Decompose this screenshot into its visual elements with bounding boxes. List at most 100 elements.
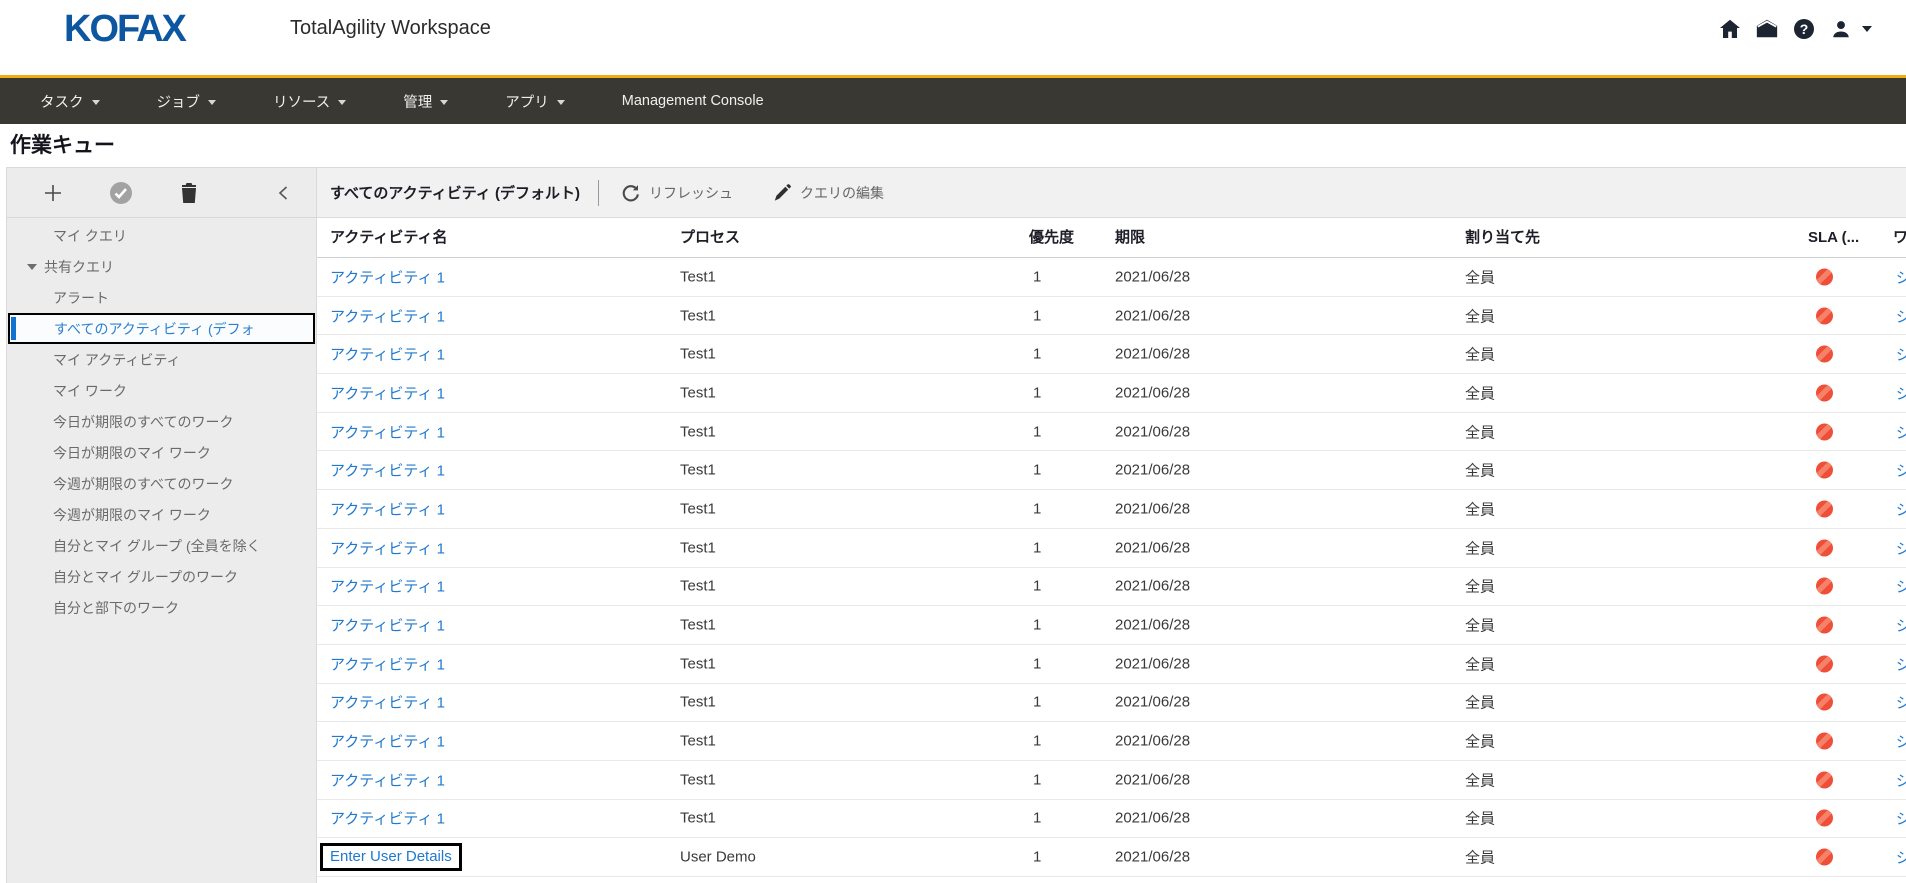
query-sidebar: マイ クエリ 共有クエリ アラート すべてのアクティビティ (デフォ マイ アク…	[6, 167, 317, 883]
activity-link[interactable]: アクティビティ 1	[330, 692, 445, 713]
sidebar-query-item[interactable]: 今日が期限のすべてのワーク	[7, 406, 316, 437]
row-action-link-truncated[interactable]: ジ	[1896, 382, 1906, 403]
sidebar-query-item[interactable]: 共有クエリ	[7, 251, 316, 282]
column-header-activity[interactable]: アクティビティ名	[330, 218, 447, 258]
nav-item[interactable]: アプリ	[505, 91, 565, 112]
row-action-link-truncated[interactable]: ジ	[1896, 305, 1906, 326]
due-date-cell: 2021/06/28	[1115, 307, 1190, 324]
activity-link[interactable]: アクティビティ 1	[330, 769, 445, 790]
row-action-link-truncated[interactable]: ジ	[1896, 692, 1906, 713]
activity-link[interactable]: アクティビティ 1	[330, 537, 445, 558]
column-header-assignee[interactable]: 割り当て先	[1465, 218, 1540, 258]
sidebar-query-item[interactable]: マイ クエリ	[7, 220, 316, 251]
nav-item-label: ジョブ	[157, 91, 201, 112]
activity-link[interactable]: アクティビティ 1	[330, 382, 445, 403]
chevron-down-icon[interactable]	[1862, 26, 1872, 32]
sidebar-query-item[interactable]: マイ アクティビティ	[7, 344, 316, 375]
sidebar-query-item[interactable]: 今日が期限のマイ ワーク	[7, 437, 316, 468]
row-action-link-truncated[interactable]: ジ	[1896, 731, 1906, 752]
due-date-cell: 2021/06/28	[1115, 655, 1190, 672]
sidebar-query-item[interactable]: 今週が期限のすべてのワーク	[7, 468, 316, 499]
nav-item[interactable]: Management Console	[622, 93, 764, 109]
assignee-cell: 全員	[1465, 731, 1495, 752]
sidebar-query-item[interactable]: すべてのアクティビティ (デフォ	[8, 313, 315, 344]
column-header-sla[interactable]: SLA (...	[1808, 218, 1859, 258]
sla-status-dot	[1816, 423, 1833, 440]
row-action-link-truncated[interactable]: ジ	[1896, 769, 1906, 790]
row-action-link-truncated[interactable]: ジ	[1896, 498, 1906, 519]
row-action-link-truncated[interactable]: ジ	[1896, 460, 1906, 481]
main-navbar: タスク ジョブ リソース 管理 アプリ Management Console	[0, 75, 1906, 124]
nav-item[interactable]: タスク	[40, 91, 100, 112]
collapse-chevron-icon[interactable]	[270, 180, 296, 206]
column-header-truncated[interactable]: ワ	[1893, 218, 1906, 258]
assignee-cell: 全員	[1465, 537, 1495, 558]
sidebar-query-item[interactable]: 自分と部下のワーク	[7, 592, 316, 623]
sidebar-query-item[interactable]: アラート	[7, 282, 316, 313]
column-header-priority[interactable]: 優先度	[1029, 218, 1074, 258]
current-query-title: すべてのアクティビティ (デフォルト)	[330, 182, 580, 203]
row-action-link-truncated[interactable]: ジ	[1896, 576, 1906, 597]
priority-cell: 1	[1033, 578, 1041, 595]
row-action-link-truncated[interactable]: ジ	[1896, 653, 1906, 674]
activity-link[interactable]: アクティビティ 1	[330, 344, 445, 365]
assignee-cell: 全員	[1465, 266, 1495, 287]
table-row: アクティビティ 1 Test1 1 2021/06/28 全員 ジ	[317, 413, 1906, 452]
assignee-cell: 全員	[1465, 808, 1495, 829]
sla-status-dot	[1816, 617, 1833, 634]
activity-link[interactable]: アクティビティ 1	[330, 731, 445, 752]
refresh-icon	[621, 183, 640, 202]
process-cell: Test1	[680, 617, 716, 634]
column-header-process[interactable]: プロセス	[680, 218, 740, 258]
column-header-due[interactable]: 期限	[1115, 218, 1145, 258]
row-action-link-truncated[interactable]: ジ	[1896, 266, 1906, 287]
help-icon[interactable]: ?	[1792, 17, 1816, 41]
nav-item-label: リソース	[273, 91, 330, 112]
sidebar-query-item[interactable]: マイ ワーク	[7, 375, 316, 406]
query-tree: マイ クエリ 共有クエリ アラート すべてのアクティビティ (デフォ マイ アク…	[7, 218, 316, 623]
expander-triangle-icon[interactable]	[27, 264, 37, 270]
table-row: アクティビティ 1 Test1 1 2021/06/28 全員 ジ	[317, 297, 1906, 336]
edit-query-button[interactable]: クエリの編集	[773, 183, 884, 203]
activity-link[interactable]: アクティビティ 1	[330, 615, 445, 636]
table-row: アクティビティ 1 Test1 1 2021/06/28 全員 ジ	[317, 490, 1906, 529]
due-date-cell: 2021/06/28	[1115, 346, 1190, 363]
check-circle-icon[interactable]	[108, 180, 134, 206]
activity-link[interactable]: アクティビティ 1	[330, 266, 445, 287]
chevron-down-icon	[440, 100, 448, 105]
table-row: アクティビティ 1 Test1 1 2021/06/28 全員 ジ	[317, 335, 1906, 374]
activity-link[interactable]: アクティビティ 1	[330, 421, 445, 442]
table-row: アクティビティ 1 Test1 1 2021/06/28 全員 ジ	[317, 374, 1906, 413]
nav-item[interactable]: 管理	[403, 91, 448, 112]
sidebar-query-label: 自分とマイ グループ (全員を除く	[53, 536, 261, 556]
row-action-link-truncated[interactable]: ジ	[1896, 808, 1906, 829]
activity-link[interactable]: アクティビティ 1	[330, 576, 445, 597]
activity-link[interactable]: Enter User Details	[320, 843, 462, 871]
activity-link[interactable]: アクティビティ 1	[330, 498, 445, 519]
activity-link[interactable]: アクティビティ 1	[330, 305, 445, 326]
due-date-cell: 2021/06/28	[1115, 771, 1190, 788]
home-icon[interactable]	[1718, 17, 1742, 41]
row-action-link-truncated[interactable]: ジ	[1896, 847, 1906, 868]
refresh-button[interactable]: リフレッシュ	[621, 183, 733, 203]
row-action-link-truncated[interactable]: ジ	[1896, 344, 1906, 365]
activity-link[interactable]: アクティビティ 1	[330, 808, 445, 829]
row-action-link-truncated[interactable]: ジ	[1896, 615, 1906, 636]
sidebar-query-item[interactable]: 自分とマイ グループ (全員を除く	[7, 530, 316, 561]
activity-link[interactable]: アクティビティ 1	[330, 653, 445, 674]
nav-item[interactable]: ジョブ	[157, 91, 217, 112]
row-action-link-truncated[interactable]: ジ	[1896, 421, 1906, 442]
trash-icon[interactable]	[176, 180, 202, 206]
row-action-link-truncated[interactable]: ジ	[1896, 537, 1906, 558]
assignee-cell: 全員	[1465, 344, 1495, 365]
nav-item[interactable]: リソース	[273, 91, 346, 112]
sidebar-query-item[interactable]: 自分とマイ グループのワーク	[7, 561, 316, 592]
activity-link[interactable]: アクティビティ 1	[330, 460, 445, 481]
add-query-button[interactable]	[40, 180, 66, 206]
sidebar-query-label: 今日が期限のすべてのワーク	[53, 412, 233, 432]
mail-icon[interactable]	[1755, 17, 1779, 41]
process-cell: Test1	[680, 500, 716, 517]
user-icon[interactable]	[1829, 17, 1853, 41]
sidebar-query-item[interactable]: 今週が期限のマイ ワーク	[7, 499, 316, 530]
process-cell: Test1	[680, 694, 716, 711]
